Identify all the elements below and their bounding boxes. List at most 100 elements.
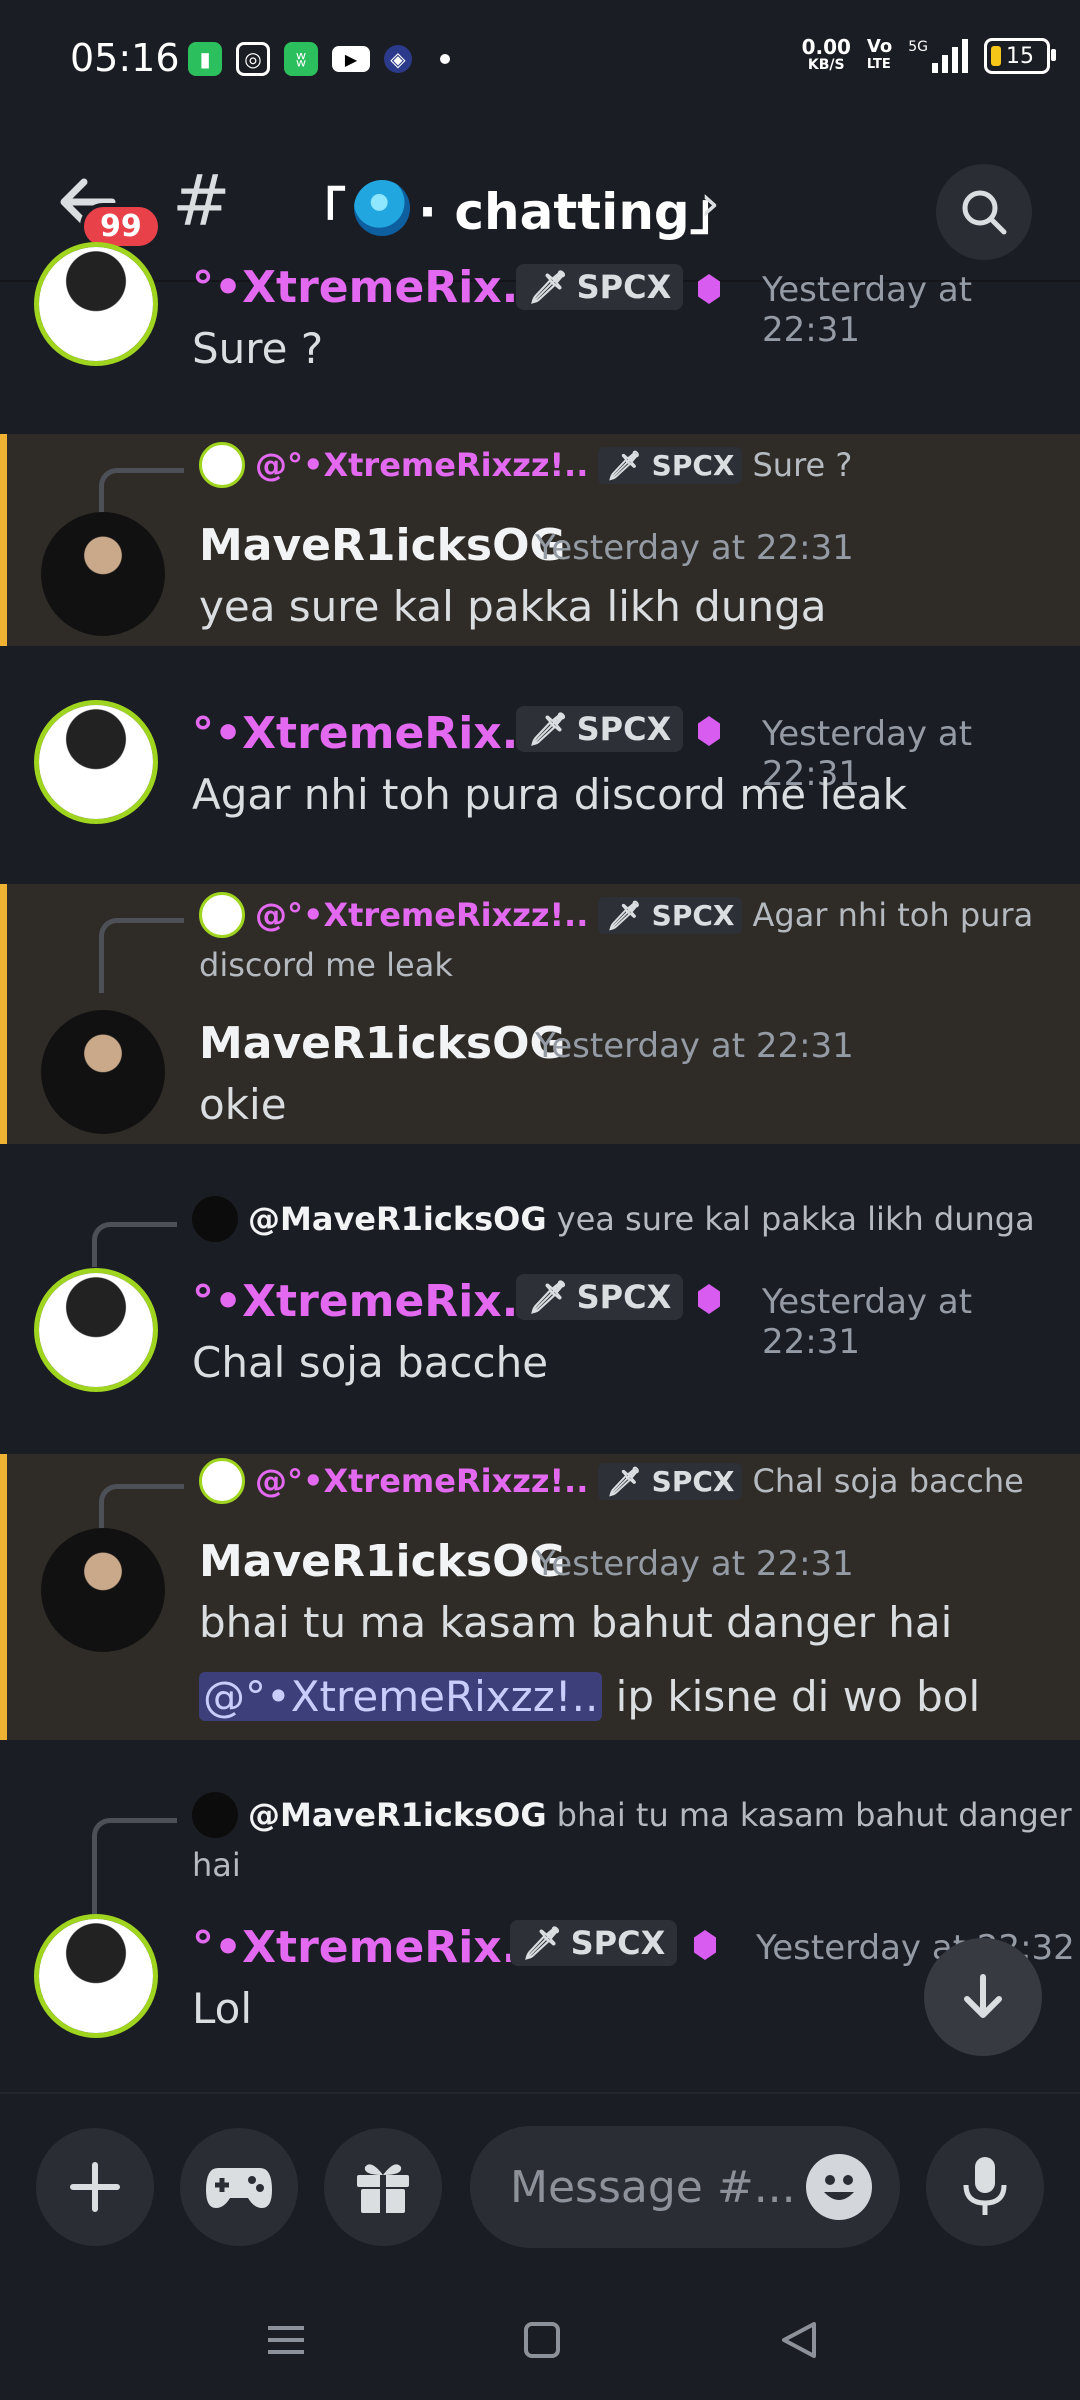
- timestamp: Yesterday at 22:31: [762, 1282, 973, 1362]
- activities-button[interactable]: [180, 2128, 298, 2246]
- message[interactable]: @°•XtremeRixzz!.. 🗡 SPCX Chal soja bacch…: [0, 1454, 1080, 1740]
- author-name[interactable]: °•XtremeRix...: [192, 708, 552, 759]
- message-input[interactable]: [508, 2154, 812, 2220]
- network-speed: 0.00 KB/S: [801, 35, 851, 73]
- message-text: Lol: [192, 1984, 253, 2033]
- message-composer: [0, 2092, 1080, 2280]
- server-tag: 🗡 SPCX: [598, 1462, 743, 1500]
- voice-message-button[interactable]: [926, 2128, 1044, 2246]
- gift-button[interactable]: [324, 2128, 442, 2246]
- avatar[interactable]: [34, 700, 158, 824]
- message-text: bhai tu ma kasam bahut danger hai: [199, 1598, 953, 1647]
- reply-preview[interactable]: @°•XtremeRixzz!.. 🗡 SPCX Chal soja bacch…: [199, 1458, 1024, 1504]
- clock: 05:16: [70, 36, 180, 80]
- author-name[interactable]: MaveR1icksOG: [199, 1018, 566, 1069]
- reply-avatar: [199, 1458, 245, 1504]
- timestamp: Yesterday at 22:31: [535, 1026, 854, 1066]
- message-input-field[interactable]: [470, 2126, 900, 2248]
- message-text: okie: [199, 1080, 287, 1129]
- message-text-line2: @°•XtremeRixzz!.. ip kisne di wo bol: [199, 1672, 980, 1721]
- message-text: yea sure kal pakka likh dunga: [199, 582, 827, 631]
- channel-title[interactable]: 「 · chatting」: [296, 172, 740, 244]
- avatar[interactable]: [34, 1914, 158, 2038]
- user-mention[interactable]: @°•XtremeRixzz!..: [199, 1672, 603, 1721]
- message[interactable]: @°•XtremeRixzz!.. 🗡 SPCX Sure ? MaveR1ic…: [0, 434, 1080, 646]
- server-tag[interactable]: 🗡 SPCX: [516, 706, 684, 752]
- timestamp: Yesterday at 22:31: [535, 528, 854, 568]
- channel-header: 99 # 「 · chatting」 ›: [0, 120, 1080, 282]
- status-bar: 05:16 ▮ ◎ ʬ ▶ ◈ 0.00 KB/S Vo LTE 5G 15: [0, 0, 1080, 120]
- server-tag: 🗡 SPCX: [598, 446, 743, 484]
- sword-icon: 🗡: [528, 1278, 569, 1316]
- gift-icon: [357, 2164, 409, 2213]
- reply-avatar: [199, 892, 245, 938]
- system-nav-bar: [0, 2278, 1080, 2400]
- attach-button[interactable]: [36, 2128, 154, 2246]
- author-name[interactable]: MaveR1icksOG: [199, 520, 566, 571]
- youtube-icon: ▶: [332, 46, 370, 72]
- server-tag[interactable]: 🗡 SPCX: [516, 264, 684, 310]
- battery-icon: 15: [984, 38, 1056, 74]
- sword-icon: 🗡: [528, 268, 569, 306]
- message[interactable]: @MaveR1icksOG bhai tu ma kasam bahut dan…: [0, 1788, 1080, 2088]
- author-name[interactable]: °•XtremeRix...: [192, 1922, 552, 1973]
- sword-icon: 🗡: [528, 710, 569, 748]
- server-tag[interactable]: 🗡 SPCX: [510, 1920, 678, 1966]
- author-name[interactable]: °•XtremeRix...: [192, 262, 552, 313]
- author-name[interactable]: °•XtremeRix...: [192, 1276, 552, 1327]
- avatar[interactable]: [41, 512, 165, 636]
- message-text: Sure ?: [192, 324, 324, 373]
- gem-icon: [694, 1930, 716, 1960]
- home-square-icon: [524, 2322, 560, 2358]
- message[interactable]: @°•XtremeRixzz!.. 🗡 SPCX Agar nhi toh pu…: [0, 884, 1080, 1144]
- message[interactable]: °•XtremeRix... 🗡 SPCX Yesterday at 22:31 …: [0, 690, 1080, 870]
- recent-apps-button[interactable]: [262, 2316, 310, 2364]
- search-button[interactable]: [936, 164, 1032, 260]
- app-icon: ʬ: [284, 42, 318, 76]
- notification-dot-icon: [440, 54, 450, 64]
- microphone-icon: [963, 2157, 1007, 2215]
- plus-icon: [70, 2162, 120, 2212]
- avatar[interactable]: [34, 242, 158, 366]
- timestamp: Yesterday at 22:31: [762, 270, 973, 350]
- reply-preview[interactable]: @°•XtremeRixzz!.. 🗡 SPCX Agar nhi toh pu…: [199, 892, 1033, 938]
- instagram-icon: ◎: [236, 42, 270, 76]
- reply-preview[interactable]: @MaveR1icksOG bhai tu ma kasam bahut dan…: [192, 1792, 1072, 1838]
- reply-avatar: [192, 1792, 238, 1838]
- jump-to-bottom-button[interactable]: [924, 1938, 1042, 2056]
- message[interactable]: °•XtremeRix... 🗡 SPCX Yesterday at 22:31 …: [0, 242, 1080, 428]
- reply-avatar: [199, 442, 245, 488]
- server-tag[interactable]: 🗡 SPCX: [516, 1274, 684, 1320]
- triangle-back-icon: [782, 2322, 816, 2358]
- message-text: Chal soja bacche: [192, 1338, 549, 1387]
- chevron-right-icon[interactable]: ›: [700, 174, 720, 232]
- shield-app-icon: ◈: [384, 45, 412, 73]
- avatar[interactable]: [41, 1010, 165, 1134]
- gamepad-icon: [206, 2168, 272, 2208]
- signal-icon: 5G: [908, 39, 968, 73]
- home-button[interactable]: [518, 2316, 566, 2364]
- reply-preview[interactable]: @MaveR1icksOG yea sure kal pakka likh du…: [192, 1196, 1035, 1242]
- message[interactable]: @MaveR1icksOG yea sure kal pakka likh du…: [0, 1188, 1080, 1448]
- reply-avatar: [192, 1196, 238, 1242]
- server-tag: 🗡 SPCX: [598, 896, 743, 934]
- sword-icon: 🗡: [522, 1924, 563, 1962]
- gem-icon: [698, 716, 720, 746]
- arrow-down-icon: [964, 1974, 1002, 2018]
- menu-icon: [268, 2326, 304, 2354]
- avatar[interactable]: [34, 1268, 158, 1392]
- disc-emoji-icon: [354, 180, 410, 236]
- avatar[interactable]: [41, 1528, 165, 1652]
- author-name[interactable]: MaveR1icksOG: [199, 1536, 566, 1587]
- hashtag-icon: #: [172, 160, 231, 242]
- back-nav-button[interactable]: [776, 2316, 824, 2364]
- timestamp: Yesterday at 22:31: [535, 1544, 854, 1584]
- reply-preview[interactable]: @°•XtremeRixzz!.. 🗡 SPCX Sure ?: [199, 442, 852, 488]
- search-icon: [962, 190, 1007, 235]
- smiley-icon: [824, 2175, 854, 2200]
- message-text: Agar nhi toh pura discord me leak: [192, 770, 907, 819]
- volte-indicator: Vo LTE: [866, 36, 893, 73]
- emoji-button[interactable]: [806, 2154, 872, 2220]
- battery-saver-icon: ▮: [188, 42, 222, 76]
- gem-icon: [698, 1284, 720, 1314]
